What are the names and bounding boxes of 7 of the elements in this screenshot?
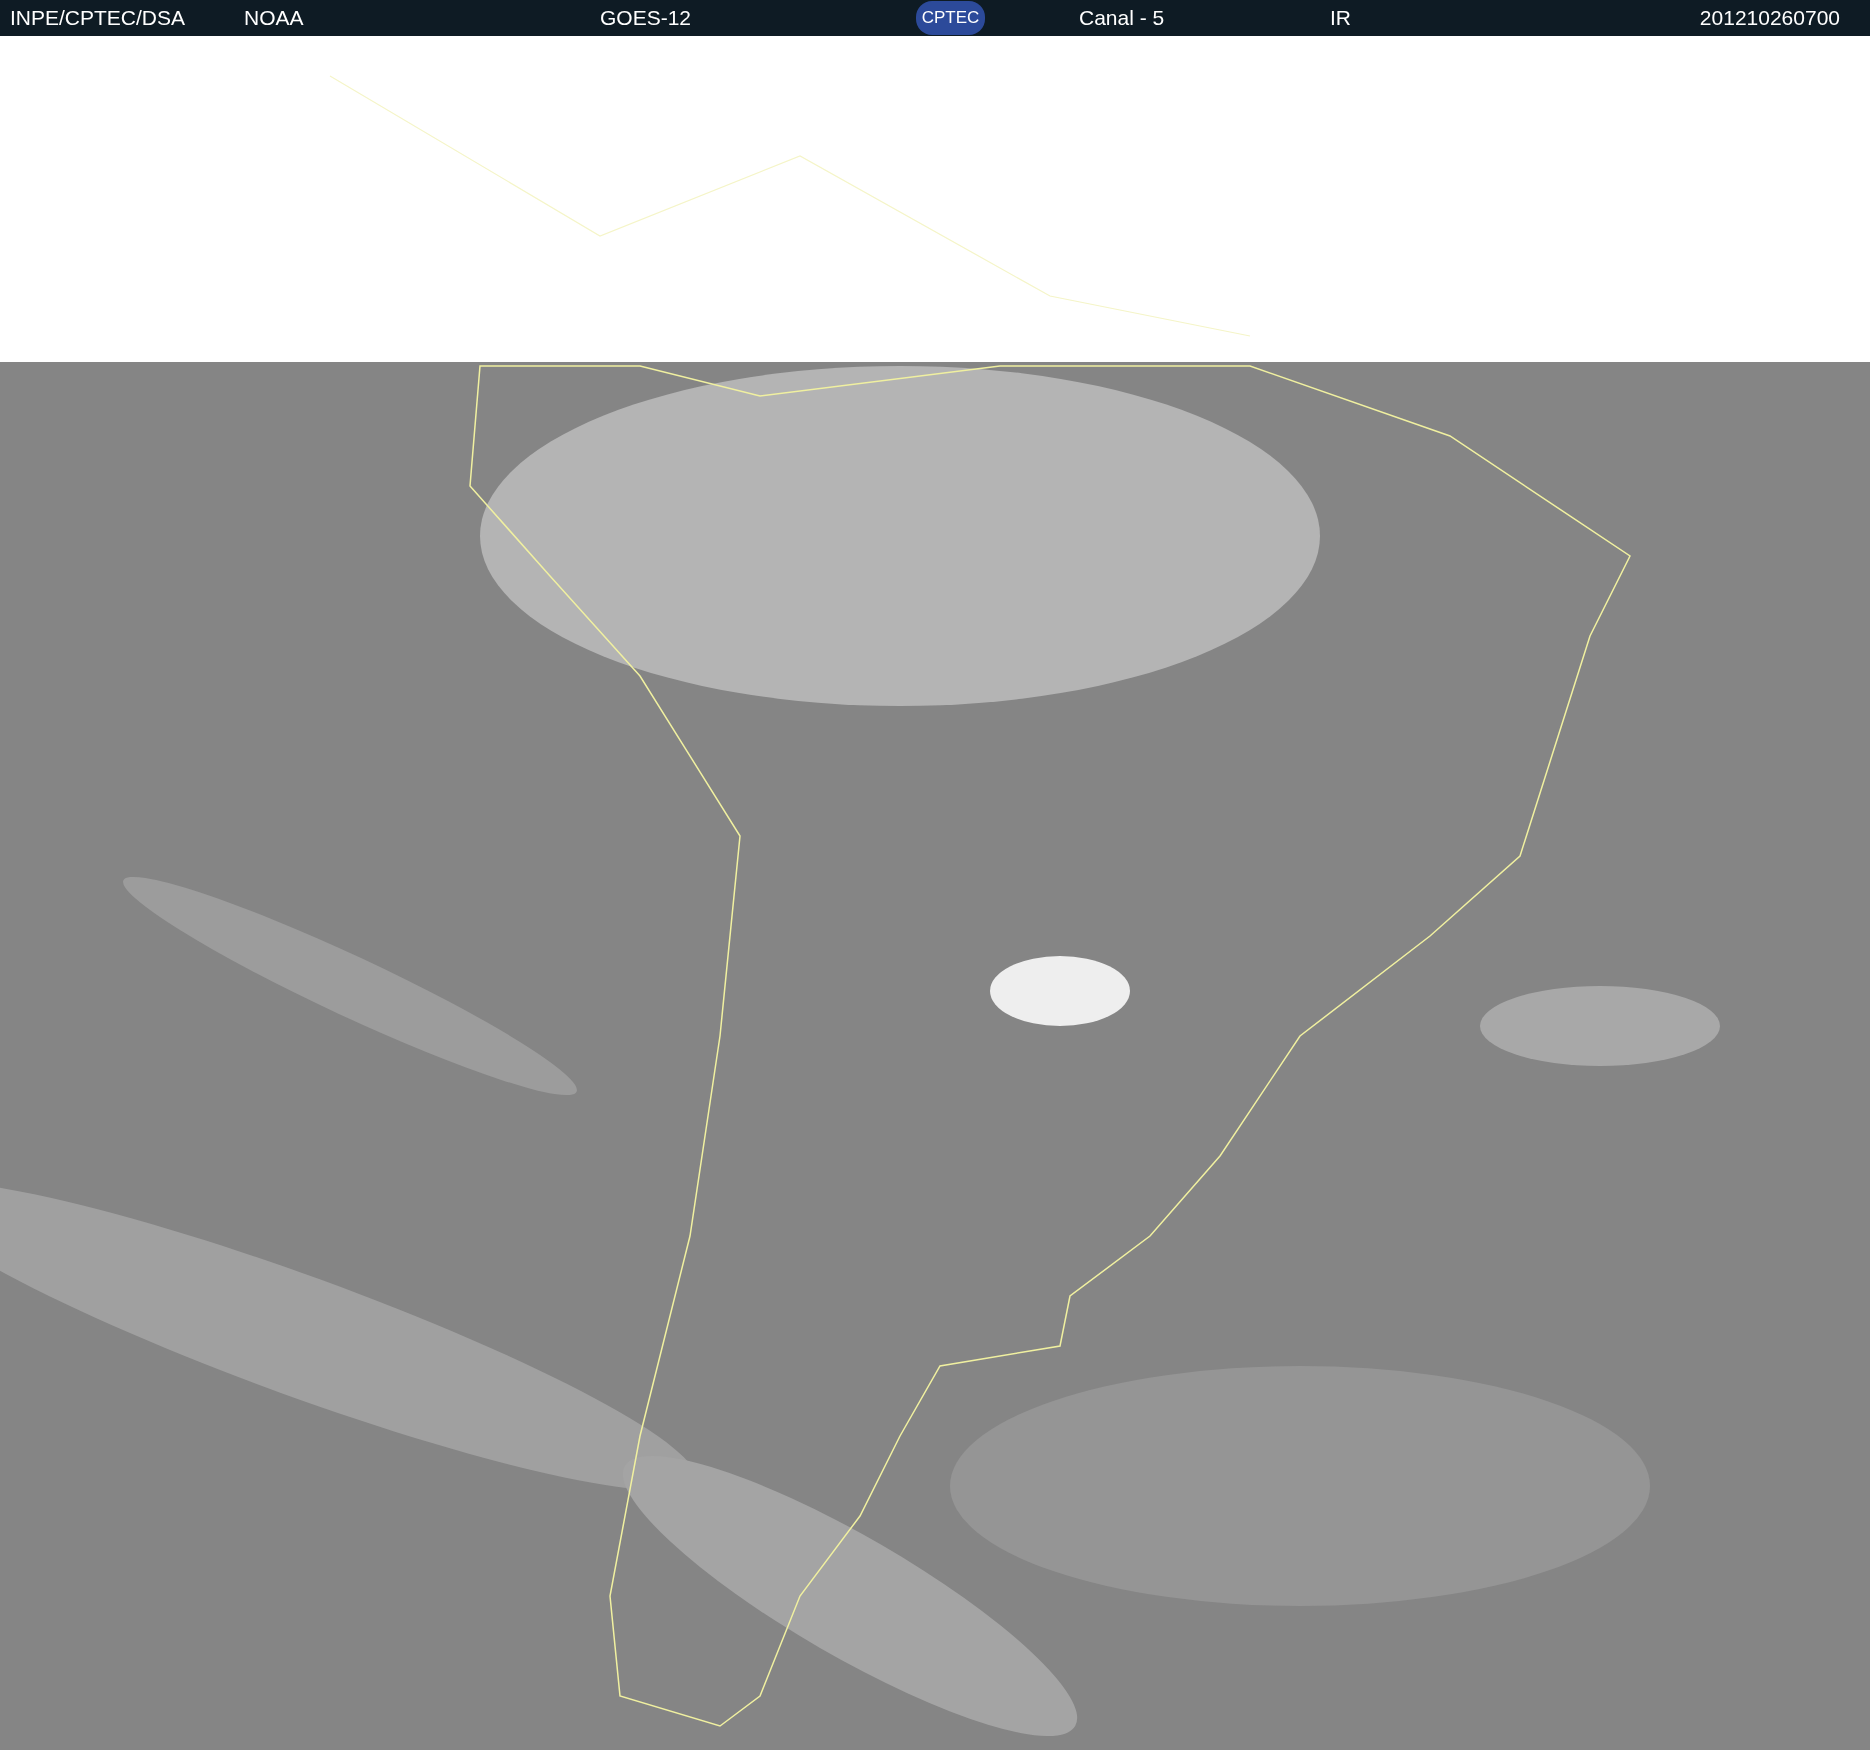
band-label: IR bbox=[1330, 6, 1351, 30]
logo-badge: CPTEC bbox=[916, 1, 985, 35]
source-label: INPE/CPTEC/DSA bbox=[10, 6, 186, 30]
channel-label: Canal - 5 bbox=[1079, 6, 1165, 30]
timestamp-label: 201210260700 bbox=[1699, 6, 1840, 30]
agency-label: NOAA bbox=[244, 6, 304, 30]
satellite-label: GOES-12 bbox=[600, 6, 692, 30]
